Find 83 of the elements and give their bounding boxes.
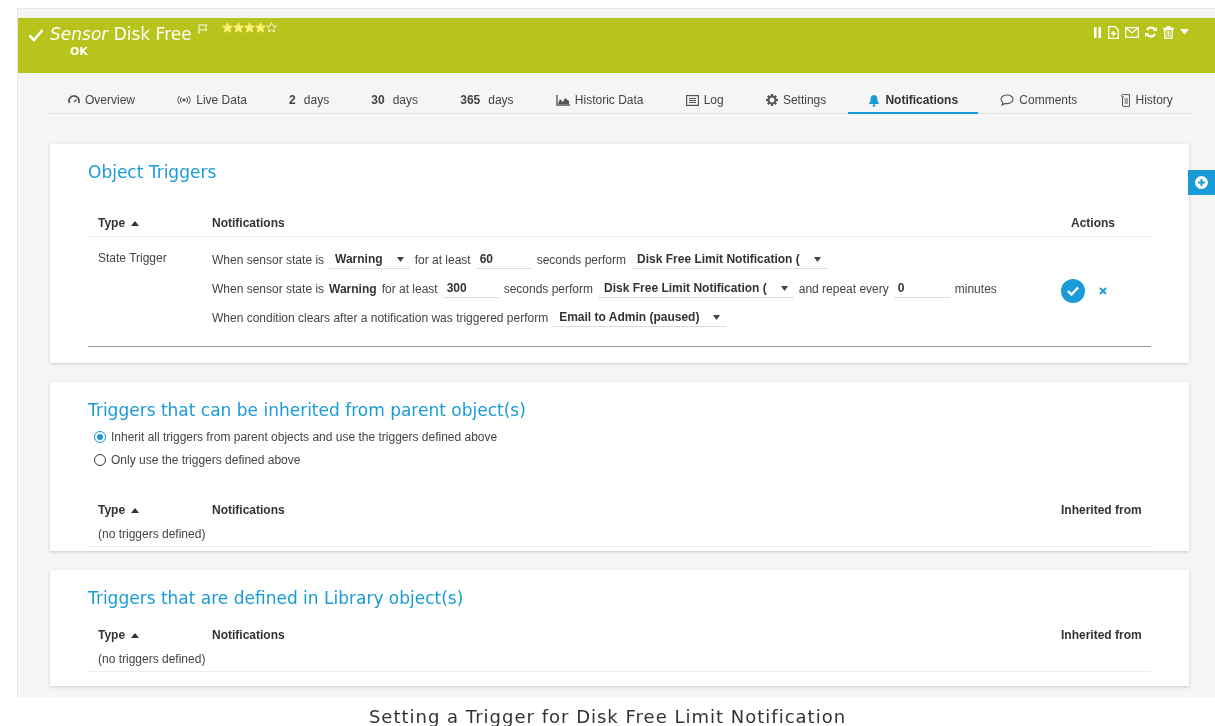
- star-icon[interactable]: [221, 22, 233, 33]
- area-chart-icon: [555, 94, 570, 106]
- section-title: Object Triggers: [88, 162, 218, 182]
- add-document-icon[interactable]: [1108, 25, 1119, 39]
- trigger-text: seconds perform: [503, 281, 594, 296]
- trigger-text: When sensor state is: [212, 281, 325, 296]
- star-icon[interactable]: [232, 22, 244, 33]
- figure-caption: Setting a Trigger for Disk Free Limit Notification: [367, 706, 848, 726]
- trigger-text: minutes: [954, 281, 997, 296]
- tab[interactable]: 30 days: [351, 86, 439, 114]
- tab[interactable]: History: [1099, 86, 1193, 114]
- dropdown[interactable]: Disk Free Limit Notification (: [598, 279, 794, 298]
- column-header: Inherited from: [1060, 502, 1143, 519]
- dropdown[interactable]: Email to Admin (paused): [553, 308, 727, 327]
- sort-arrow-icon[interactable]: [131, 632, 140, 638]
- scroll-icon: [1119, 93, 1131, 107]
- plus-icon: [1195, 176, 1208, 189]
- list-icon: [685, 94, 699, 106]
- star-icon[interactable]: [254, 22, 266, 33]
- column-header: Inherited from: [1060, 627, 1143, 644]
- flag-icon[interactable]: [197, 24, 208, 34]
- tab[interactable]: 2 days: [269, 86, 350, 114]
- column-header: Actions: [1061, 210, 1151, 237]
- column-header[interactable]: Type: [88, 497, 202, 519]
- check-icon: [28, 28, 44, 42]
- column-header: Notifications: [211, 502, 286, 519]
- gear-icon: [765, 94, 778, 106]
- empty-message: (no triggers defined): [88, 644, 1151, 672]
- sort-arrow-icon[interactable]: [131, 220, 140, 226]
- bell-icon: [868, 93, 881, 107]
- tab[interactable]: Overview: [48, 86, 155, 114]
- speech-bubble-icon: [1000, 94, 1015, 106]
- envelope-icon[interactable]: [1125, 26, 1139, 38]
- section-title: Triggers that can be inherited from parent object(s): [88, 400, 527, 420]
- column-header: Notifications: [211, 627, 286, 644]
- state-value: Warning: [329, 281, 377, 296]
- trash-icon[interactable]: [1163, 25, 1174, 39]
- caret-icon: [713, 314, 721, 320]
- check-icon: [1067, 285, 1079, 296]
- input-field[interactable]: 0: [893, 279, 950, 298]
- radio-label[interactable]: Only use the triggers defined above: [111, 453, 301, 467]
- section-title: Triggers that are defined in Library object(s): [88, 588, 465, 608]
- trigger-text: for at least: [414, 252, 471, 267]
- trigger-text: When sensor state is: [212, 252, 325, 267]
- radio-option[interactable]: Inherit all triggers from parent objects and use the triggers defined above: [94, 430, 1151, 444]
- gauge-icon: [68, 94, 80, 106]
- save-button[interactable]: [1061, 278, 1085, 303]
- input-field[interactable]: 300: [442, 279, 499, 298]
- tab[interactable]: Comments: [980, 86, 1098, 114]
- caret-icon: [780, 285, 788, 291]
- column-header[interactable]: Type: [88, 210, 202, 237]
- column-header[interactable]: Type: [88, 622, 202, 644]
- tab[interactable]: Historic Data: [535, 86, 664, 114]
- trigger-text: for at least: [381, 281, 438, 296]
- add-button[interactable]: [1188, 170, 1215, 195]
- trigger-text: seconds perform: [536, 252, 627, 267]
- refresh-icon[interactable]: [1145, 26, 1157, 38]
- caret-icon[interactable]: [1180, 29, 1189, 35]
- broadcast-icon: [177, 95, 192, 105]
- sensor-title: Sensor Disk Free: [50, 24, 192, 44]
- radio-label[interactable]: Inherit all triggers from parent objects and use the triggers defined above: [111, 430, 498, 444]
- column-header: Notifications: [202, 210, 1061, 237]
- sensor-status: OK: [70, 45, 89, 58]
- dropdown[interactable]: Disk Free Limit Notification (: [631, 250, 827, 269]
- trigger-type: State Trigger: [97, 250, 168, 265]
- dropdown[interactable]: Warning: [329, 250, 410, 269]
- trigger-text: and repeat every: [798, 281, 889, 296]
- radio-option[interactable]: Only use the triggers defined above: [94, 453, 1151, 467]
- tab[interactable]: Live Data: [157, 86, 267, 114]
- tab[interactable]: 365 days: [440, 86, 534, 114]
- tab[interactable]: Notifications: [848, 86, 979, 114]
- star-rating[interactable]: [221, 22, 277, 33]
- caret-icon: [396, 256, 404, 262]
- input-field[interactable]: 60: [475, 250, 532, 269]
- empty-message: (no triggers defined): [88, 519, 1151, 547]
- trigger-text: When condition clears after a notification was triggered perform: [212, 310, 549, 325]
- sort-arrow-icon[interactable]: [131, 507, 140, 513]
- star-icon[interactable]: [243, 22, 255, 33]
- tab[interactable]: Log: [665, 86, 744, 114]
- tab[interactable]: Settings: [745, 86, 847, 114]
- caret-icon: [813, 256, 821, 262]
- pause-icon[interactable]: [1093, 26, 1102, 38]
- close-icon: [1099, 287, 1107, 295]
